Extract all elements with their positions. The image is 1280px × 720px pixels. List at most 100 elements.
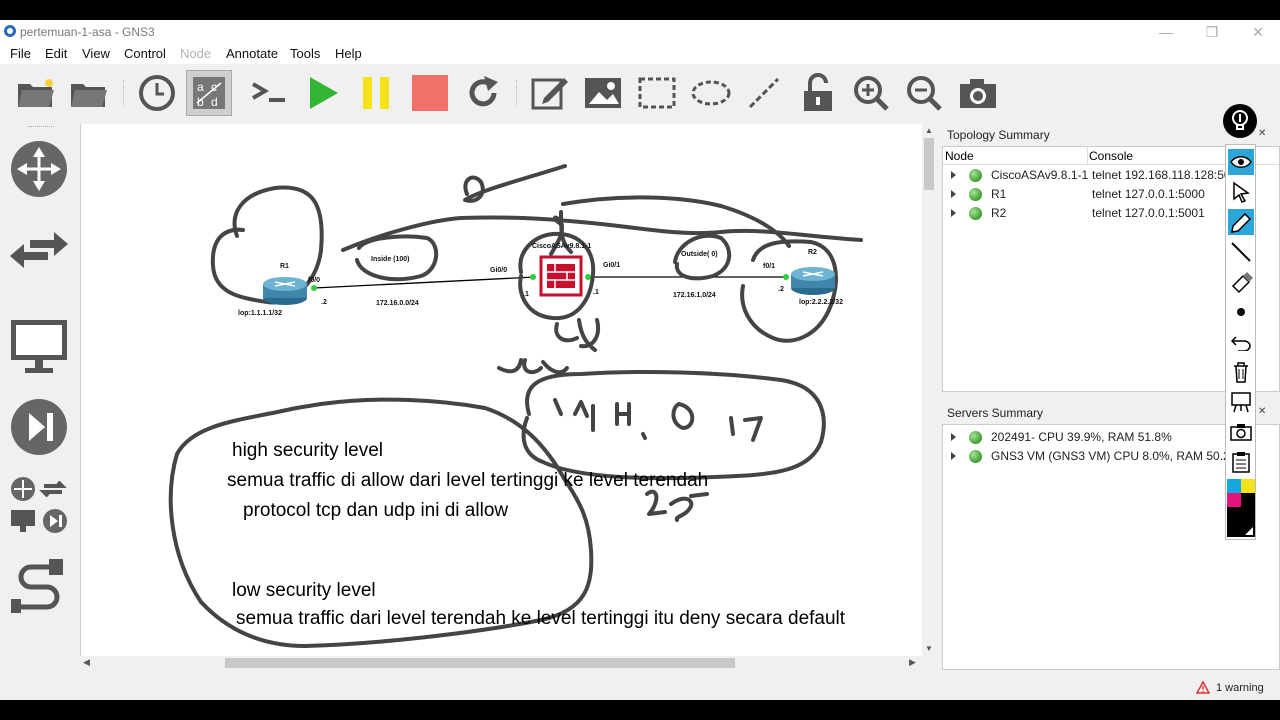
current-color-swatch[interactable] xyxy=(1227,507,1255,537)
router-r1-graphic[interactable] xyxy=(263,277,307,305)
highlighter-tool[interactable] xyxy=(1228,269,1254,295)
show-labels-icon: a cb d xyxy=(193,77,225,109)
scroll-down-arrow[interactable]: ▼ xyxy=(925,644,933,653)
add-note-button[interactable] xyxy=(527,70,573,116)
color-black-swatch[interactable] xyxy=(1241,493,1255,507)
pen-tool[interactable] xyxy=(1228,209,1254,235)
server-info: GNS3 VM (GNS3 VM) CPU 8.0%, RAM 50.2% xyxy=(991,449,1241,463)
note-tcp-udp-allow[interactable]: protocol tcp dan udp ini di allow xyxy=(243,500,508,522)
line-pen-tool[interactable] xyxy=(1228,239,1254,265)
draw-line-button[interactable] xyxy=(741,70,787,116)
whiteboard-tool[interactable] xyxy=(1228,389,1254,415)
notes-tool[interactable] xyxy=(1228,449,1254,475)
eye-icon xyxy=(1230,156,1252,168)
visibility-tool[interactable] xyxy=(1228,149,1254,175)
warning-icon xyxy=(1196,681,1210,694)
open-folder-button[interactable] xyxy=(66,70,112,116)
console-all-button[interactable] xyxy=(246,70,292,116)
menu-tools[interactable]: Tools xyxy=(290,46,320,61)
menu-control[interactable]: Control xyxy=(124,46,166,61)
column-node[interactable]: Node xyxy=(945,149,974,163)
ellipse-icon xyxy=(691,80,731,106)
color-magenta-swatch[interactable] xyxy=(1227,493,1241,507)
stop-all-button[interactable] xyxy=(407,70,453,116)
note-low-security[interactable]: low security level xyxy=(232,580,376,602)
expand-arrow-icon[interactable] xyxy=(951,452,956,460)
unlock-items-button[interactable] xyxy=(795,70,841,116)
menu-file[interactable]: File xyxy=(10,46,31,61)
scroll-right-arrow[interactable]: ▶ xyxy=(909,657,916,668)
browse-routers-button[interactable] xyxy=(8,138,70,200)
canvas-horizontal-scrollbar[interactable]: ◀ ▶ xyxy=(80,656,922,670)
link-status-dot xyxy=(311,285,317,291)
zoom-in-button[interactable] xyxy=(848,70,894,116)
link-r1-asa[interactable] xyxy=(313,276,536,289)
clear-tool[interactable] xyxy=(1228,359,1254,385)
minimize-button[interactable]: — xyxy=(1146,22,1186,42)
reload-all-button[interactable] xyxy=(460,70,506,116)
topology-summary-title: Topology Summary xyxy=(947,128,1050,142)
node-status-green-icon xyxy=(969,188,982,201)
draw-rectangle-button[interactable] xyxy=(634,70,680,116)
warning-count[interactable]: 1 warning xyxy=(1216,682,1264,694)
color-yellow-swatch[interactable] xyxy=(1241,479,1255,493)
expand-arrow-icon[interactable] xyxy=(951,209,956,217)
clock-icon xyxy=(139,75,175,111)
close-button[interactable]: ✕ xyxy=(1238,22,1278,42)
menu-edit[interactable]: Edit xyxy=(45,46,67,61)
switches-icon xyxy=(10,232,68,268)
r2-label: R2 xyxy=(808,249,817,256)
insert-image-button[interactable] xyxy=(580,70,626,116)
note-allow-high-to-low[interactable]: semua traffic di allow dari level tertin… xyxy=(227,470,708,492)
screenshot-button[interactable] xyxy=(955,70,1001,116)
server-status-green-icon xyxy=(969,450,982,463)
browse-switches-button[interactable] xyxy=(8,220,70,282)
server-info: 202491- CPU 39.9%, RAM 51.8% xyxy=(991,430,1172,444)
open-project-button[interactable] xyxy=(13,70,59,116)
browse-all-devices-button[interactable] xyxy=(8,474,70,536)
pointer-tool[interactable] xyxy=(1228,179,1254,205)
node-console: telnet 127.0.0.1:5001 xyxy=(1092,206,1205,220)
pen-tool-toggle[interactable] xyxy=(1223,104,1257,138)
whiteboard-icon xyxy=(1231,392,1251,413)
menu-annotate[interactable]: Annotate xyxy=(226,46,278,61)
show-labels-button[interactable]: acbd xyxy=(186,70,232,116)
scroll-up-arrow[interactable]: ▲ xyxy=(925,126,933,135)
menu-node[interactable]: Node xyxy=(180,46,211,61)
topology-panel-close[interactable]: ✕ xyxy=(1258,128,1266,139)
expand-arrow-icon[interactable] xyxy=(951,171,956,179)
canvas-vertical-scrollbar[interactable]: ▲ ▼ xyxy=(922,124,936,656)
restore-button[interactable]: ❐ xyxy=(1192,22,1232,42)
column-console[interactable]: Console xyxy=(1089,149,1133,163)
browse-security-devices-button[interactable] xyxy=(8,396,70,458)
expand-arrow-icon[interactable] xyxy=(951,433,956,441)
topology-canvas[interactable]: R1 f0/0 .2 lop:1.1.1.1/32 Inside (100) 1… xyxy=(80,124,923,656)
asa-firewall-graphic[interactable] xyxy=(539,255,583,297)
browse-end-devices-button[interactable] xyxy=(8,316,70,378)
pause-all-button[interactable] xyxy=(353,70,399,116)
note-deny-low-to-high[interactable]: semua traffic dari level terendah ke lev… xyxy=(236,608,845,630)
menu-help[interactable]: Help xyxy=(335,46,362,61)
expand-arrow-icon[interactable] xyxy=(951,190,956,198)
svg-text:a: a xyxy=(197,80,204,94)
pen-size-tool[interactable] xyxy=(1228,299,1254,325)
undo-tool[interactable] xyxy=(1228,329,1254,355)
capture-tool[interactable] xyxy=(1228,419,1254,445)
zoom-out-button[interactable] xyxy=(901,70,947,116)
snapshot-button[interactable] xyxy=(134,70,180,116)
start-all-button[interactable] xyxy=(300,70,346,116)
rectangle-icon xyxy=(638,77,676,109)
horizontal-scroll-thumb[interactable] xyxy=(225,658,735,668)
device-panel xyxy=(0,124,78,684)
draw-ellipse-button[interactable] xyxy=(688,70,734,116)
menu-view[interactable]: View xyxy=(82,46,110,61)
network-inside-label: 172.16.0.0/24 xyxy=(376,300,419,307)
scroll-left-arrow[interactable]: ◀ xyxy=(83,657,90,668)
router-r2-graphic[interactable] xyxy=(791,267,835,295)
add-link-button[interactable] xyxy=(8,554,70,616)
note-high-security[interactable]: high security level xyxy=(232,440,383,462)
clipboard-icon xyxy=(1232,452,1250,473)
servers-panel-close[interactable]: ✕ xyxy=(1258,406,1266,417)
vertical-scroll-thumb[interactable] xyxy=(924,138,934,190)
color-cyan-swatch[interactable] xyxy=(1227,479,1241,493)
